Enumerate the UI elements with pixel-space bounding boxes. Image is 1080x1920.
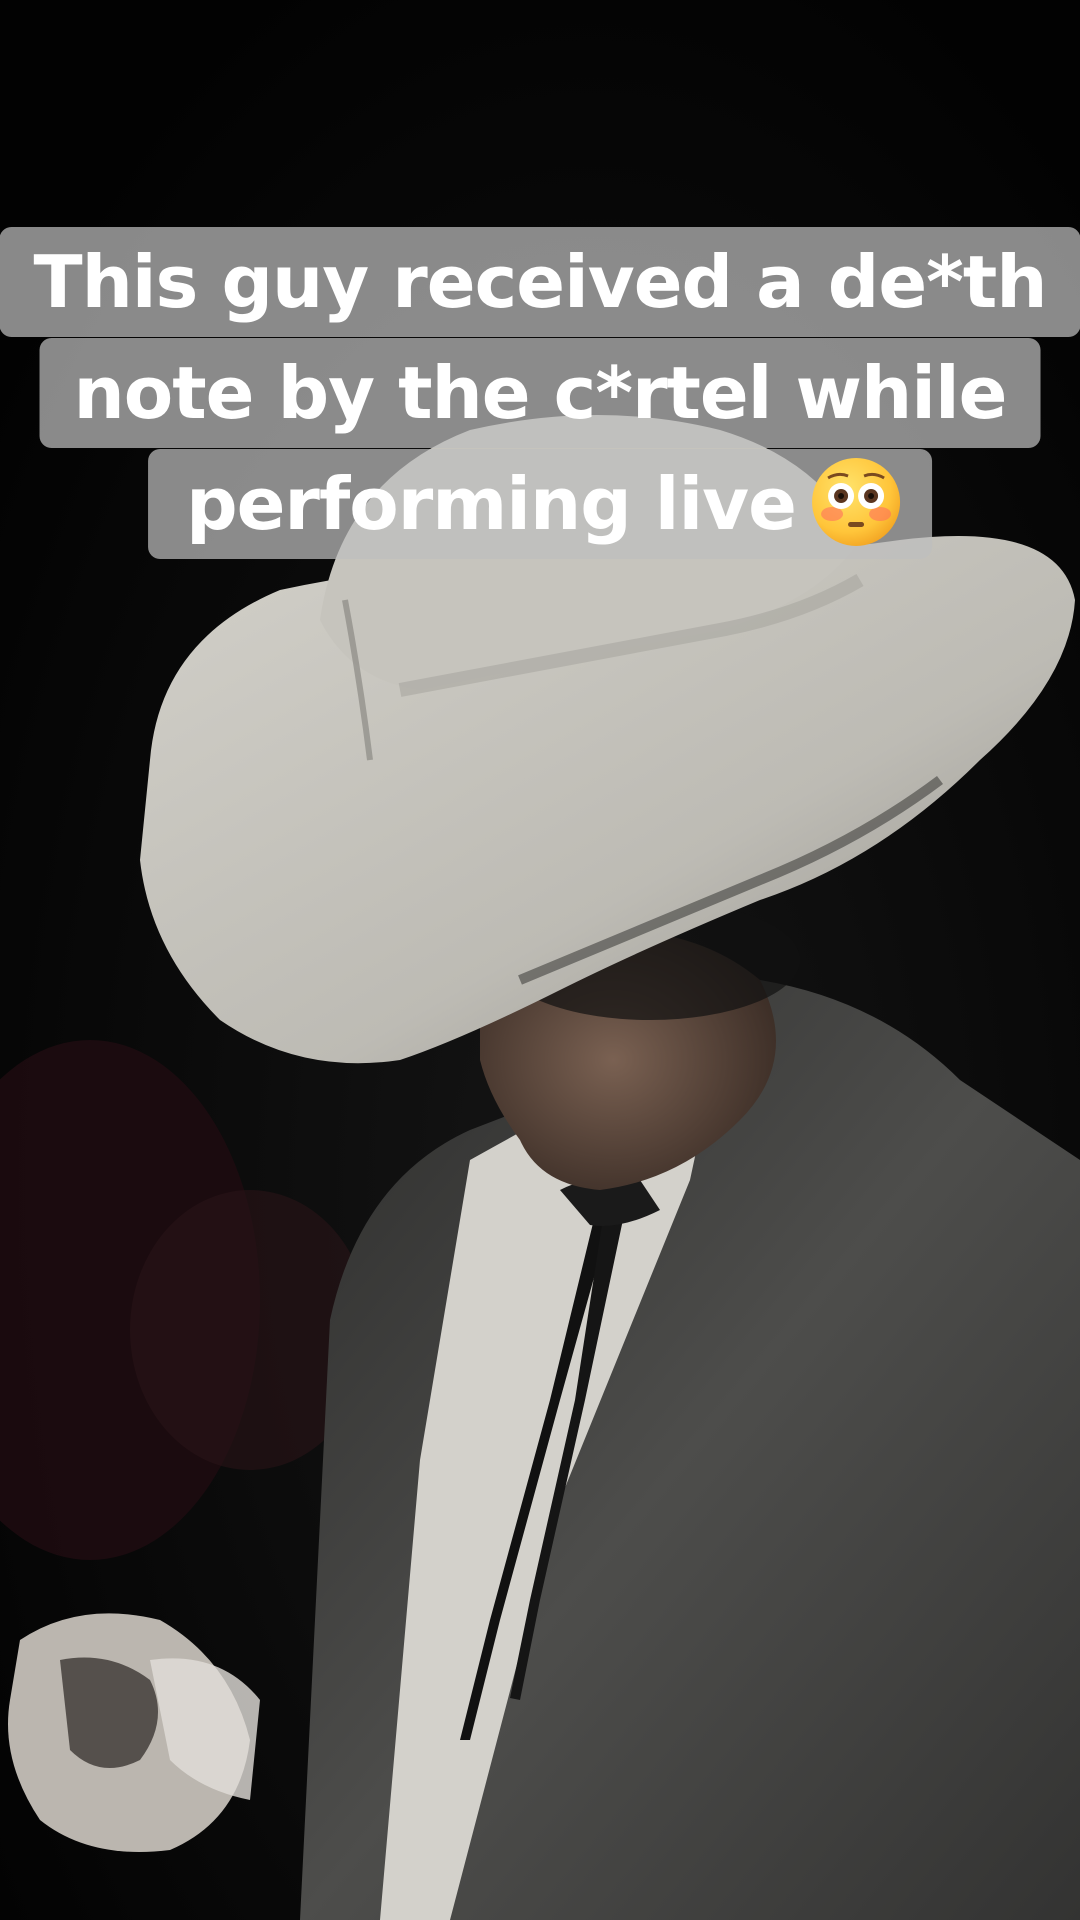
caption-line-3: performing live (148, 449, 932, 559)
caption-line-3-text: performing live (186, 462, 797, 546)
caption-line-2: note by the c*rtel while (39, 338, 1041, 448)
video-frame: This guy received a de*th note by the c*… (0, 0, 1080, 1920)
caption-line-1: This guy received a de*th (0, 227, 1080, 337)
caption-overlay: This guy received a de*th note by the c*… (0, 0, 1080, 600)
flushed-face-icon (811, 458, 900, 547)
